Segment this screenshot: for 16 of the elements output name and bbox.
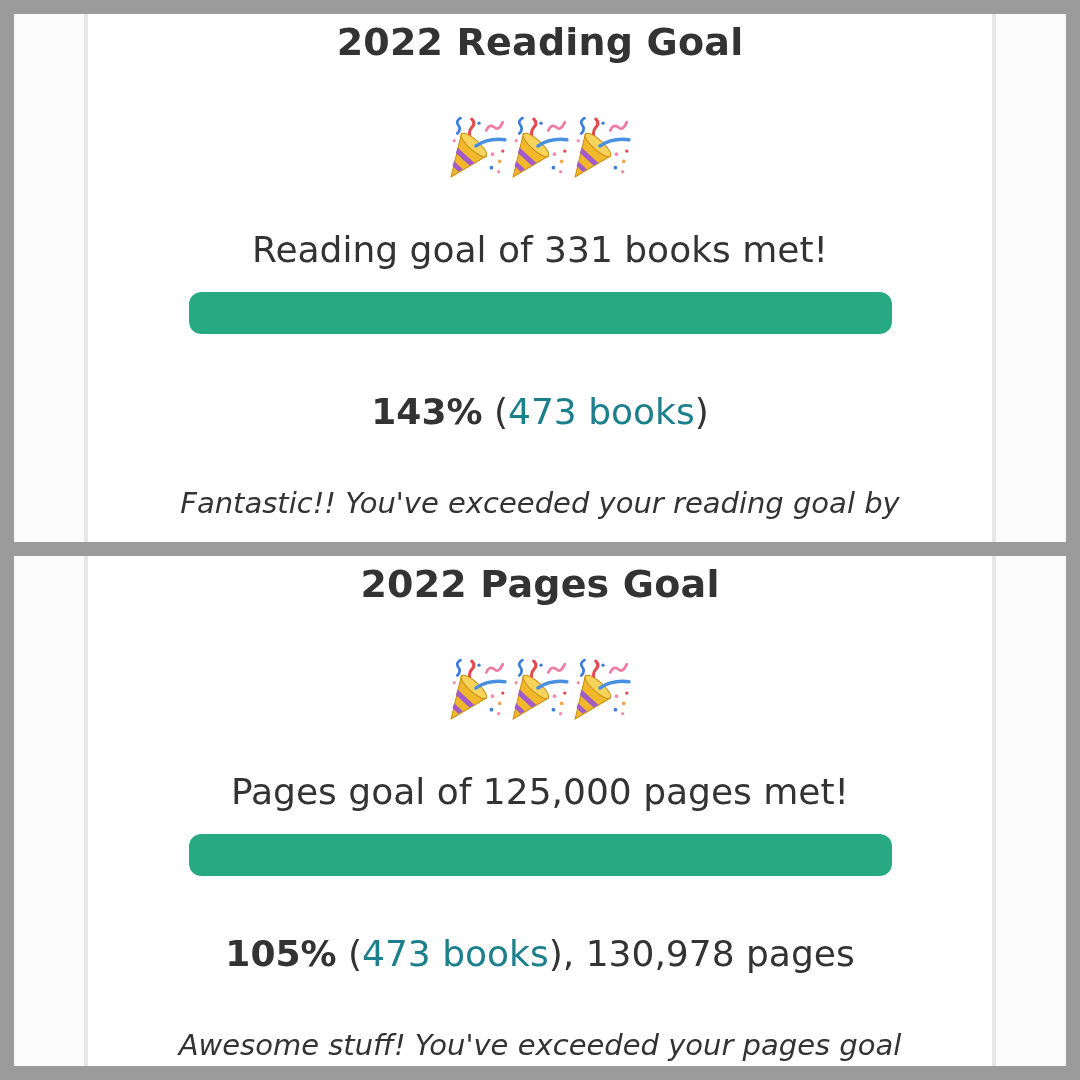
encouragement-message: Awesome stuff! You've exceeded your pages goal <box>178 1027 902 1063</box>
party-popper-icon <box>447 117 509 179</box>
goal-title: 2022 Reading Goal <box>336 19 744 66</box>
goal-met-text: Reading goal of 331 books met! <box>252 228 828 272</box>
party-popper-icon <box>509 659 571 721</box>
goal-title: 2022 Pages Goal <box>360 561 720 608</box>
progress-summary: 105% (473 books), 130,978 pages <box>225 932 855 976</box>
party-popper-icon <box>509 117 571 179</box>
party-popper-icon <box>571 117 633 179</box>
party-popper-icon <box>447 659 509 721</box>
books-link[interactable]: 473 books <box>362 933 549 974</box>
progress-summary: 143% (473 books) <box>371 390 709 434</box>
goal-met-text: Pages goal of 125,000 pages met! <box>230 770 850 814</box>
party-popper-icon <box>571 659 633 721</box>
books-link[interactable]: 473 books <box>508 391 695 432</box>
encouragement-message: Fantastic!! You've exceeded your reading goal by <box>180 485 900 521</box>
